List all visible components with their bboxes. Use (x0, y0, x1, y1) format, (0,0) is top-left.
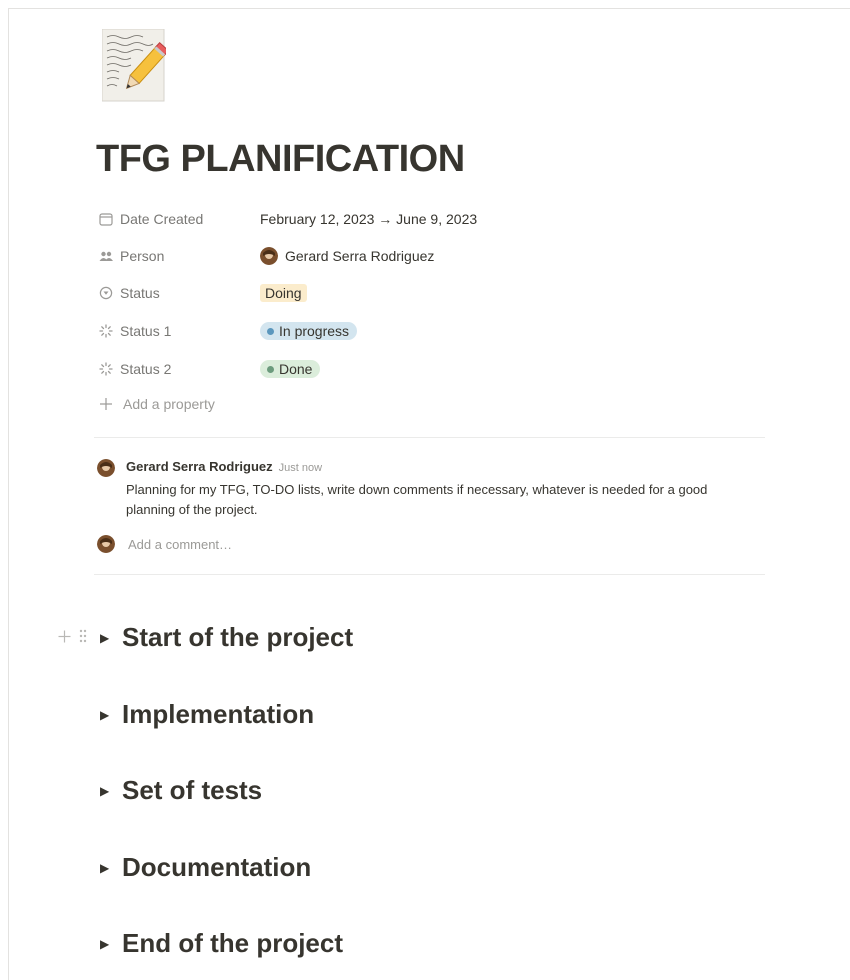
in-progress-pill[interactable]: In progress (260, 322, 358, 340)
add-property-button[interactable]: Add a property (98, 396, 215, 412)
comment-author: Gerard Serra Rodriguez Just now (126, 459, 322, 474)
toggle-heading[interactable]: ▶ End of the project (100, 928, 343, 959)
plus-icon[interactable] (56, 630, 72, 643)
add-comment-placeholder: Add a comment… (128, 536, 233, 552)
triangle-right-icon[interactable]: ▶ (100, 708, 122, 722)
status-tag[interactable]: Doing (260, 284, 307, 302)
property-label-text: Status (120, 285, 160, 301)
add-comment-input[interactable]: Add a comment… (97, 535, 232, 553)
avatar (260, 247, 278, 265)
property-label: Person (98, 248, 260, 264)
avatar (97, 535, 115, 553)
toggle-label: End of the project (122, 928, 343, 958)
pill-label: In progress (279, 323, 350, 339)
page-title[interactable]: TFG PLANIFICATION (96, 138, 465, 181)
comment-author-name: Gerard Serra Rodriguez (126, 459, 273, 474)
property-label: Status (98, 285, 260, 301)
person-name: Gerard Serra Rodriguez (285, 248, 435, 264)
pill-label: Done (279, 361, 313, 377)
loading-icon (98, 323, 114, 339)
status-2-value: Done (260, 360, 321, 378)
toggle-label: Set of tests (122, 775, 263, 805)
triangle-right-icon[interactable]: ▶ (100, 784, 122, 798)
triangle-right-icon[interactable]: ▶ (100, 631, 122, 645)
status-dot (267, 365, 274, 373)
date-value[interactable]: February 12, 2023 → June 9, 2023 (260, 211, 477, 227)
toggle-label: Implementation (122, 699, 315, 729)
property-label: Date Created (98, 211, 260, 227)
memo-pencil-icon[interactable] (101, 28, 170, 102)
property-person[interactable]: Person Gerard Serra Rodriguez (98, 244, 434, 268)
drag-handle-icon[interactable] (76, 629, 90, 643)
toggle-heading[interactable]: ▶ Documentation (100, 852, 311, 883)
status-dot (267, 327, 274, 335)
property-label-text: Status 2 (120, 361, 172, 377)
comment-time: Just now (278, 462, 323, 474)
property-label-text: Status 1 (120, 323, 172, 339)
toggle-heading[interactable]: ▶ Set of tests (100, 775, 262, 806)
toggle-heading[interactable]: ▶ Implementation (100, 699, 314, 730)
triangle-right-icon[interactable]: ▶ (100, 861, 122, 875)
calendar-icon (98, 211, 114, 227)
done-pill[interactable]: Done (260, 360, 321, 378)
property-label: Status 1 (98, 323, 260, 339)
comment-text: Planning for my TFG, TO-DO lists, write … (126, 482, 708, 517)
people-icon (98, 248, 114, 264)
plus-icon (98, 397, 114, 411)
property-status-1[interactable]: Status 1 In progress (98, 319, 358, 343)
person-value[interactable]: Gerard Serra Rodriguez (260, 247, 434, 265)
toggle-label: Start of the project (122, 622, 354, 652)
property-date-created[interactable]: Date Created February 12, 2023 → June 9,… (98, 207, 477, 231)
property-label: Status 2 (98, 361, 260, 377)
loading-icon (98, 361, 114, 377)
avatar (97, 459, 115, 477)
toggle-label: Documentation (122, 852, 312, 882)
property-label-text: Date Created (120, 211, 204, 227)
divider (94, 574, 765, 575)
triangle-right-icon[interactable]: ▶ (100, 937, 122, 951)
property-status[interactable]: Status Doing (98, 281, 307, 305)
property-status-2[interactable]: Status 2 Done (98, 357, 321, 381)
add-property-label: Add a property (123, 396, 215, 412)
status-1-value: In progress (260, 322, 358, 340)
status-value: Doing (260, 284, 307, 302)
status-circle-icon (98, 285, 114, 301)
property-label-text: Person (120, 248, 165, 264)
block-handles (56, 629, 90, 643)
divider (94, 437, 765, 438)
toggle-heading[interactable]: ▶ Start of the project (100, 622, 353, 653)
